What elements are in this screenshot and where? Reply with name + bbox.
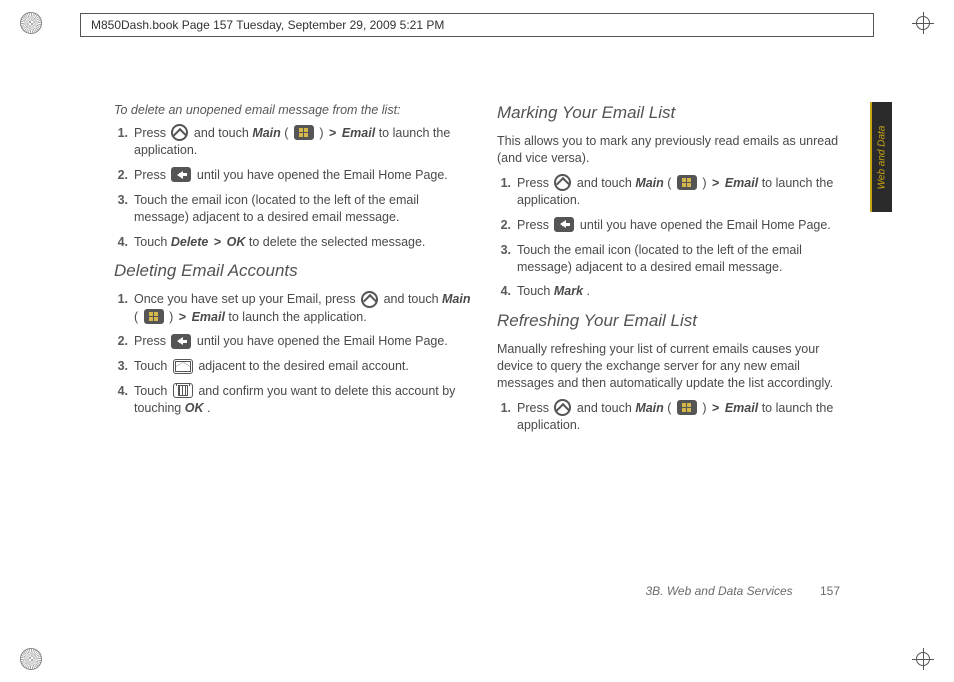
page-footer: 3B. Web and Data Services 157	[645, 584, 850, 598]
heading-refreshing: Refreshing Your Email List	[497, 310, 854, 333]
heading-deleting-accounts: Deleting Email Accounts	[114, 260, 471, 283]
marking-intro: This allows you to mark any previously r…	[497, 133, 854, 167]
rosette-icon	[20, 12, 42, 34]
list-item: 4. Touch Mark .	[497, 283, 854, 300]
list-item: 2. Press until you have opened the Email…	[114, 167, 471, 184]
refreshing-intro: Manually refreshing your list of current…	[497, 341, 854, 392]
right-column: Marking Your Email List This allows you …	[497, 102, 854, 532]
list-item: 3. Touch the email icon (located to the …	[114, 192, 471, 226]
list-item: 1. Press and touch Main ( ) > Email to l…	[114, 125, 471, 159]
main-menu-icon	[144, 309, 164, 324]
page-body: To delete an unopened email message from…	[114, 102, 854, 532]
list-item: 1. Press and touch Main ( ) > Email to l…	[497, 400, 854, 434]
back-icon	[554, 217, 574, 232]
document-header-text: M850Dash.book Page 157 Tuesday, Septembe…	[91, 18, 444, 32]
list-item: 2. Press until you have opened the Email…	[114, 333, 471, 350]
list-item: 2. Press until you have opened the Email…	[497, 217, 854, 234]
crop-bot-bar	[0, 642, 954, 676]
list-item: 3. Touch adjacent to the desired email a…	[114, 358, 471, 375]
home-icon	[361, 291, 378, 308]
envelope-icon	[173, 359, 193, 374]
delete-unopened-lead: To delete an unopened email message from…	[114, 102, 471, 119]
document-header: M850Dash.book Page 157 Tuesday, Septembe…	[80, 13, 874, 37]
left-column: To delete an unopened email message from…	[114, 102, 471, 532]
list-item: 3. Touch the email icon (located to the …	[497, 242, 854, 276]
heading-marking: Marking Your Email List	[497, 102, 854, 125]
list-item: 4. Touch Delete > OK to delete the selec…	[114, 234, 471, 251]
registration-mark-icon	[912, 12, 934, 34]
list-item: 1. Once you have set up your Email, pres…	[114, 291, 471, 325]
section-tab-label: Web and Data	[877, 125, 888, 189]
home-icon	[554, 399, 571, 416]
section-tab: Web and Data	[870, 102, 892, 212]
home-icon	[171, 124, 188, 141]
rosette-icon	[20, 648, 42, 670]
footer-section: 3B. Web and Data Services	[645, 584, 792, 598]
back-icon	[171, 334, 191, 349]
main-menu-icon	[677, 400, 697, 415]
footer-page-number: 157	[820, 584, 850, 598]
trash-icon	[173, 383, 193, 398]
back-icon	[171, 167, 191, 182]
registration-mark-icon	[912, 648, 934, 670]
home-icon	[554, 174, 571, 191]
main-menu-icon	[294, 125, 314, 140]
list-item: 1. Press and touch Main ( ) > Email to l…	[497, 175, 854, 209]
main-menu-icon	[677, 175, 697, 190]
list-item: 4. Touch and confirm you want to delete …	[114, 383, 471, 417]
